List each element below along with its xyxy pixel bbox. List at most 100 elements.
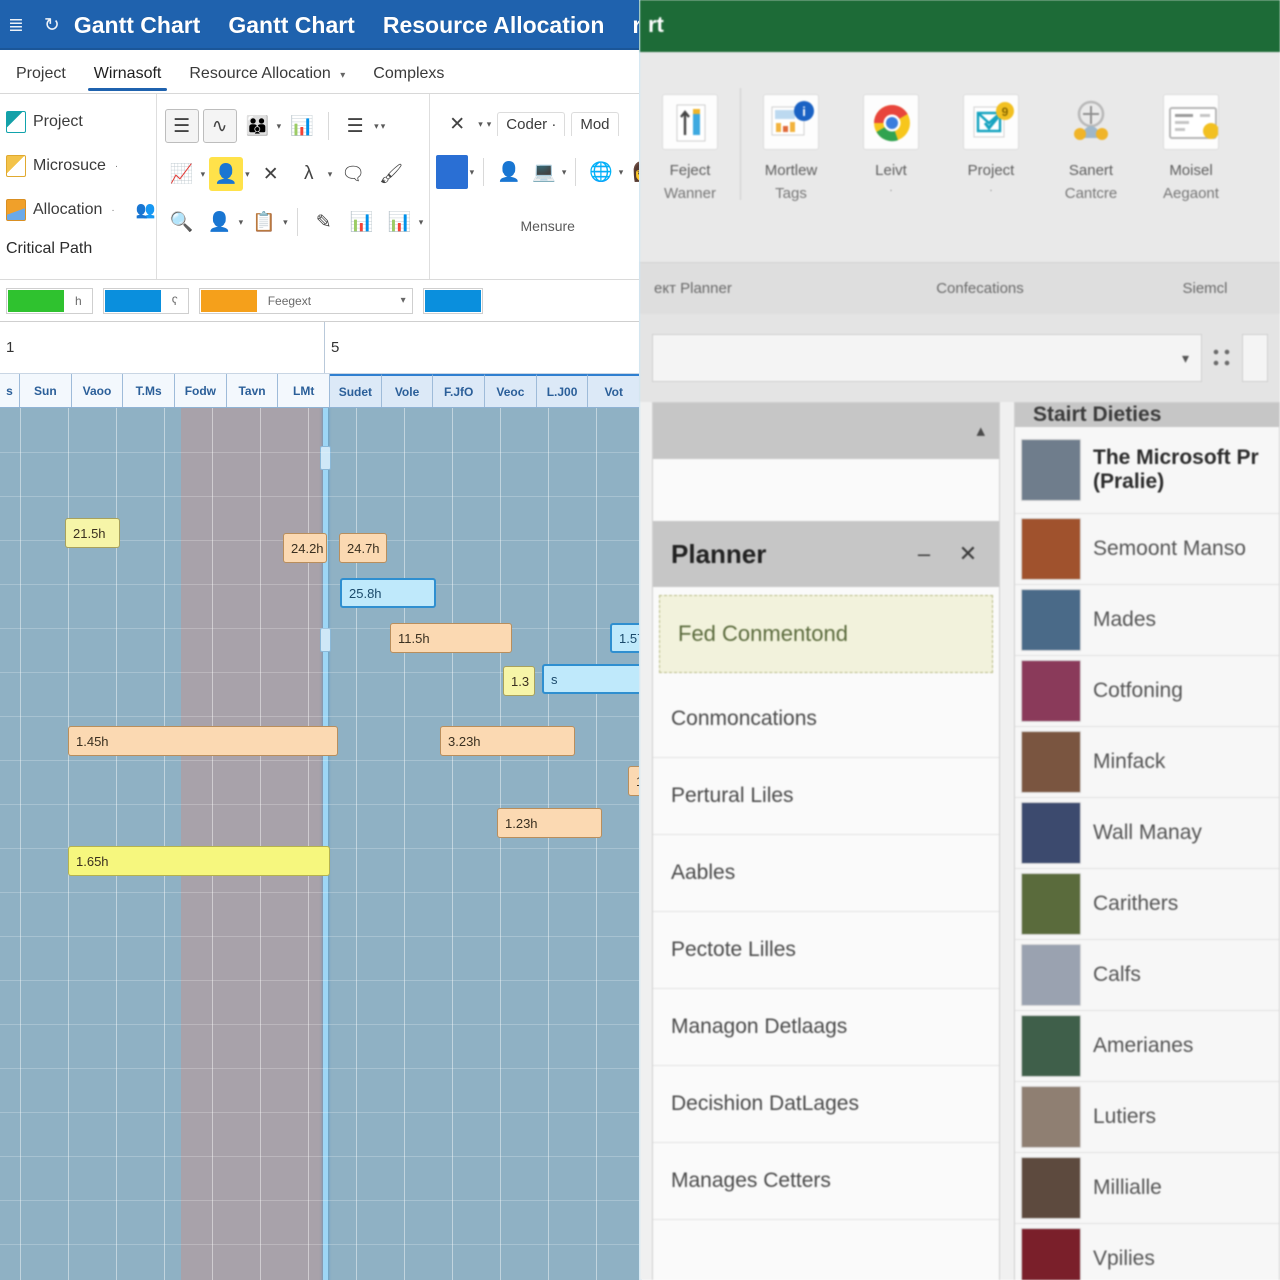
globe-icon[interactable]: 🌐 — [585, 155, 616, 189]
table-row[interactable]: The Microsoft Pr (Pralie) — [1015, 427, 1279, 514]
globe-caret-icon[interactable]: ▾ — [619, 167, 624, 178]
tab-project[interactable]: Project — [2, 61, 80, 93]
extra-panel-button[interactable] — [1242, 334, 1268, 382]
list-item[interactable]: Pertural Liles — [653, 758, 999, 835]
titlebar-item-2[interactable]: Resource Allocation — [383, 12, 605, 39]
table-row[interactable]: Semoont Manso — [1015, 514, 1279, 585]
gantt-bar[interactable]: 1.3 — [503, 666, 535, 696]
timescale-day-7[interactable]: Sudet — [330, 374, 382, 407]
gantt-bar[interactable]: 1.23h — [497, 808, 602, 838]
gantt-bar[interactable]: 21.5h — [65, 518, 120, 548]
monitor-caret-icon[interactable]: ▾ — [562, 167, 567, 178]
table-row[interactable]: Vpilies — [1015, 1224, 1279, 1280]
filter-person-icon[interactable]: 👤 — [209, 157, 244, 191]
list-item[interactable]: Aables — [653, 835, 999, 912]
report-icon[interactable]: 📊 — [383, 205, 417, 239]
tab-wirnasoft[interactable]: Wirnasoft — [80, 61, 176, 93]
tab-resource-allocation[interactable]: Resource Allocation ▾ — [175, 61, 359, 93]
gantt-bar[interactable]: 24.7h — [339, 533, 387, 563]
sort-lines-icon[interactable]: ☰ — [338, 109, 372, 143]
extra-caret-icon[interactable]: ▾ — [487, 119, 492, 130]
titlebar-item-1[interactable]: Gantt Chart — [228, 12, 355, 39]
gantt-bar[interactable]: 11.5h — [390, 623, 512, 653]
ribbon-button-project[interactable]: 9 Project · — [941, 94, 1041, 198]
gantt-bar[interactable]: 25.8h — [340, 578, 436, 608]
swatch-chevron-down-icon[interactable]: ▾ — [401, 295, 412, 306]
blue-tile-caret-icon[interactable]: ▾ — [470, 167, 475, 178]
resource-caret-icon[interactable]: ▾ — [239, 217, 244, 228]
swatch-field-orange[interactable]: Feegext ▾ — [198, 287, 413, 314]
network-diagram-icon[interactable]: 📊 — [285, 109, 319, 143]
list-item[interactable]: Decishion DatLages — [653, 1066, 999, 1143]
team-planner-icon[interactable]: 👪 — [241, 109, 275, 143]
table-row[interactable]: Lutiers — [1015, 1082, 1279, 1153]
timescale-day-8[interactable]: Vole — [381, 374, 434, 407]
mod-button[interactable]: Mod — [571, 112, 619, 136]
report-caret-icon[interactable]: ▾ — [419, 217, 424, 228]
blue-tile-icon[interactable] — [436, 155, 468, 189]
gantt-bar[interactable]: 3.23h — [440, 726, 575, 756]
list-item[interactable]: Conmoncations — [653, 681, 999, 758]
list-icon[interactable]: ≣ — [8, 14, 24, 37]
gantt-bar[interactable]: 1.45h — [68, 726, 338, 756]
ribbon-item-allocation[interactable]: Allocation · 👥 — [4, 188, 156, 232]
list-item[interactable]: Managon Detlaags — [653, 989, 999, 1066]
timescale-day-9[interactable]: F.JfO — [433, 374, 486, 407]
timescale-day-1[interactable]: Sun — [20, 374, 72, 407]
minimize-icon[interactable]: – — [907, 541, 941, 567]
gantt-bar[interactable]: s — [542, 664, 640, 694]
table-row[interactable]: Cotfoning — [1015, 656, 1279, 727]
ribbon-button-mortlew-tags[interactable]: i Mortlew Tags — [741, 94, 841, 205]
chart-view-icon[interactable]: ∿ — [202, 109, 237, 143]
clipboard-caret-icon[interactable]: ▾ — [283, 217, 288, 228]
table-row[interactable]: Calfs — [1015, 940, 1279, 1011]
tab-complexs[interactable]: Complexs — [359, 61, 458, 93]
team-planner-caret-icon[interactable]: ▾ — [277, 121, 282, 132]
assign-person-icon[interactable]: 👤 — [493, 155, 524, 189]
outline-icon[interactable]: λ — [292, 157, 326, 191]
list-item[interactable]: Manages Cetters — [653, 1143, 999, 1220]
titlebar-item-0[interactable]: Gantt Chart — [74, 12, 201, 39]
timescale-day-3[interactable]: T.Ms — [123, 374, 176, 407]
timeline-drag-handle-mid[interactable] — [320, 628, 331, 652]
table-row[interactable]: Amerianes — [1015, 1011, 1279, 1082]
table-row[interactable]: Wall Manay — [1015, 798, 1279, 869]
outline-caret-icon[interactable]: ▾ — [328, 169, 333, 180]
gantt-bar[interactable]: 24.2h — [283, 533, 327, 563]
monitor-icon[interactable]: 💻 — [529, 155, 560, 189]
search-input[interactable]: ▾ — [652, 334, 1202, 382]
comment-icon[interactable]: 🗨 — [336, 157, 370, 191]
table-row[interactable]: Millialle — [1015, 1153, 1279, 1224]
clear-filter-icon[interactable]: ✕ — [254, 157, 288, 191]
close-icon[interactable]: ✕ — [951, 541, 985, 567]
level-resource-icon[interactable]: 📊 — [345, 205, 379, 239]
timescale-day-12[interactable]: Vot — [588, 374, 640, 407]
gantt-chart-area[interactable]: 21.5h 24.2h 24.7h 25.8h 11.5h 1.57 1.3s 1.45h 3.… — [0, 408, 640, 1280]
planner-note[interactable]: Fed Conmentond — [659, 595, 993, 673]
swatch-field-blue[interactable]: ʕ — [102, 287, 189, 314]
planner-collapse-bar[interactable]: ▴ — [653, 403, 999, 459]
gantt-bar[interactable]: 1.57 — [610, 623, 640, 653]
ribbon-button-moisel-aegaont[interactable]: Moisel Aegaont — [1141, 94, 1241, 205]
ribbon-button-sanert-cantcre[interactable]: Sanert Cantcre — [1041, 94, 1141, 205]
table-row[interactable]: Minfack — [1015, 727, 1279, 798]
gantt-bar[interactable]: 1.65h — [68, 846, 330, 876]
timescale-day-6[interactable]: LMt — [278, 374, 331, 407]
clipboard-icon[interactable]: 📋 — [247, 205, 281, 239]
pen-icon[interactable]: ✎ — [307, 205, 341, 239]
ribbon-item-microsuce[interactable]: Microsuce · — [4, 144, 156, 188]
paint-bucket-icon[interactable]: 🖌 — [374, 157, 408, 191]
highlight-caret-icon[interactable]: ▾ — [201, 169, 206, 180]
ribbon-button-feject-wanner[interactable]: Feject Wanner — [640, 94, 740, 205]
timescale-day-11[interactable]: L.J00 — [536, 374, 589, 407]
list-item[interactable]: Pectote Lilles — [653, 912, 999, 989]
sort-caret-icon[interactable]: ▾ — [374, 121, 379, 132]
timeline-drag-handle-top[interactable] — [320, 446, 331, 470]
ribbon-item-project[interactable]: Project — [4, 100, 156, 144]
timescale-day-5[interactable]: Tavn — [226, 374, 279, 407]
close-task-icon[interactable]: ✕ — [440, 107, 474, 141]
sort-caret-icon-2[interactable]: ▾ — [381, 121, 386, 132]
filter-caret-icon[interactable]: ▾ — [245, 169, 250, 180]
timescale-day-4[interactable]: Fodw — [175, 374, 227, 407]
ribbon-button-leivt[interactable]: Leivt · — [841, 94, 941, 198]
